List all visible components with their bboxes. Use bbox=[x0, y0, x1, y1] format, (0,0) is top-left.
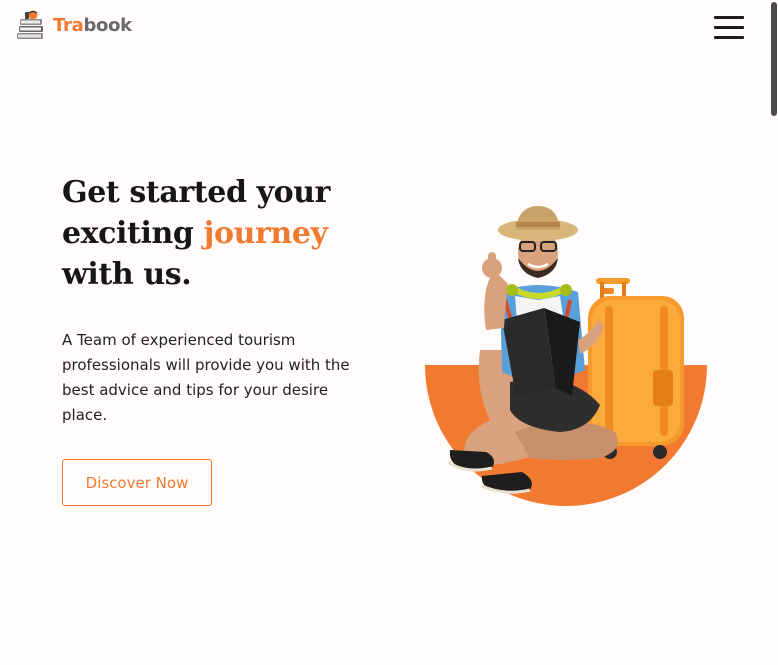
page-scrollbar[interactable] bbox=[769, 0, 778, 665]
hero-description: A Team of experienced tourism profession… bbox=[62, 331, 350, 424]
site-header: Trabook bbox=[0, 0, 768, 56]
hero-title-line2-prefix: exciting bbox=[62, 216, 204, 251]
logo-text-tra: Tra bbox=[53, 15, 84, 36]
page: Trabook Get started your exciting journey… bbox=[0, 0, 778, 665]
hamburger-menu-icon-bar-middle bbox=[714, 26, 744, 29]
traveler-hero-image bbox=[425, 206, 707, 506]
hamburger-menu-icon-bar-top bbox=[714, 16, 744, 19]
logo-link[interactable]: Trabook bbox=[15, 9, 132, 43]
books-stack-icon bbox=[17, 10, 43, 39]
hamburger-menu-button[interactable] bbox=[712, 14, 746, 42]
hero-title-accent: journey bbox=[203, 216, 328, 251]
hero-title: Get started your exciting journey with us. bbox=[62, 172, 382, 295]
scrollbar-thumb[interactable] bbox=[771, 2, 777, 116]
hero-title-line1: Get started your bbox=[62, 175, 331, 210]
discover-now-button[interactable]: Discover Now bbox=[62, 459, 212, 506]
logo-text-book: book bbox=[83, 15, 132, 36]
hamburger-menu-icon-bar-bottom bbox=[714, 36, 744, 39]
logo-wordmark: Trabook bbox=[53, 17, 132, 35]
hero-title-line3: with us. bbox=[62, 257, 192, 292]
